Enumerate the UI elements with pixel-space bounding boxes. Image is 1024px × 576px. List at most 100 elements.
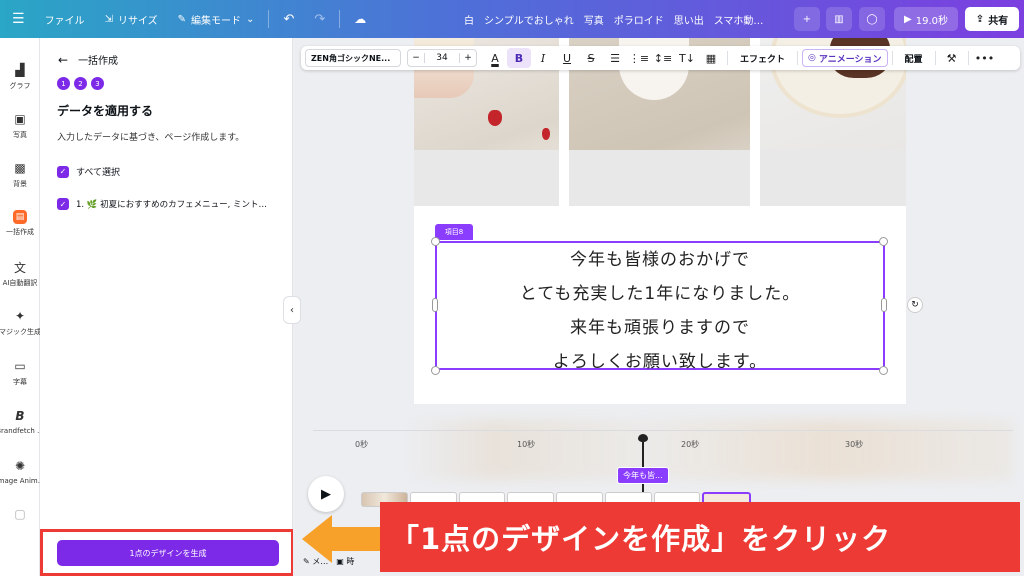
top-bar: ☰ ファイル ⇲ リサイズ ✎ 編集モード ⌄ ↶ ↷ ☁ 白 シンプルでおしゃ… [0, 0, 1024, 38]
sparkle-icon: ✺ [14, 459, 26, 473]
font-selector[interactable]: ZEN角ゴシックNE... [305, 49, 401, 67]
rail-item-ai-translate[interactable]: 文 AI自動翻訳 [0, 259, 40, 288]
rail-label: グラフ [9, 82, 31, 90]
strikethrough-button[interactable]: S [579, 48, 603, 68]
photo-bottom-strip [569, 150, 750, 206]
rail-item-photos[interactable]: ▣ 写真 [0, 111, 40, 140]
resize-handle[interactable] [432, 298, 438, 312]
rail-label: 写真 [13, 131, 27, 139]
spacing-button[interactable]: ↕≡ [651, 48, 675, 68]
chart-icon: ▟ [15, 63, 25, 77]
design-title[interactable]: 白 シンプルでおしゃれ 写真 ポラロイド 思い出 スマホ動… [464, 0, 786, 38]
left-rail: ▟ グラフ ▣ 写真 ▩ 背景 ▤ 一括作成 文 AI自動翻訳 ✦ マジック生成… [0, 38, 40, 576]
generate-label: 1点のデザインを生成 [129, 548, 207, 558]
underline-button[interactable]: U [555, 48, 579, 68]
divider [339, 10, 341, 28]
animate-button[interactable]: ◎ アニメーション [802, 49, 888, 67]
redo-icon: ↷ [314, 11, 326, 27]
resize-handle[interactable] [881, 298, 887, 312]
rail-item-background[interactable]: ▩ 背景 [0, 160, 40, 189]
file-menu[interactable]: ファイル [35, 0, 95, 38]
vertical-text-button[interactable]: T↓ [675, 48, 699, 68]
decrease-size-button[interactable]: − [408, 53, 424, 63]
play-icon: ▶ [321, 486, 331, 502]
more-icon: ••• [974, 51, 995, 65]
image-icon: ▣ [14, 112, 26, 126]
rotate-handle[interactable]: ↻ [907, 297, 923, 313]
resize-label: リサイズ [117, 15, 158, 27]
list-button[interactable]: ⋮≡ [627, 48, 651, 68]
rail-item-magic-media[interactable]: ✦ マジック生成 [0, 308, 40, 337]
select-all-label: すべて選択 [76, 168, 121, 178]
time-tick: 0秒 [355, 440, 369, 449]
transparency-button[interactable]: ▦ [699, 48, 723, 68]
rail-item-image-animate[interactable]: ✺ Image Anim... [0, 458, 40, 485]
more-button[interactable]: ••• [973, 48, 997, 68]
effects-button[interactable]: エフェクト [732, 52, 793, 65]
increase-size-button[interactable]: + [460, 53, 476, 63]
share-button[interactable]: ⇪ 共有 [965, 7, 1019, 31]
cloud-save-status[interactable]: ☁ [344, 0, 376, 38]
bold-button[interactable]: B [507, 48, 531, 68]
instruction-text: 「1点のデザインを作成」をクリック [390, 522, 892, 556]
animate-label: アニメーション [818, 54, 882, 65]
comment-icon: ◯ [866, 13, 878, 25]
resize-menu[interactable]: ⇲ リサイズ [95, 0, 168, 38]
generate-designs-button[interactable]: 1点のデザインを生成 [57, 540, 279, 566]
photo-bottom-strip [760, 150, 906, 206]
present-button[interactable]: ▶ 19.0秒 [894, 7, 958, 31]
text-track-label[interactable]: 今年も皆... [617, 467, 669, 484]
step-1: 1 [57, 77, 70, 90]
resize-handle[interactable] [879, 366, 888, 375]
menu-button[interactable]: ☰ [0, 0, 35, 38]
add-page-button[interactable]: + [794, 7, 820, 31]
rail-item-brandfetch[interactable]: B Brandfetch ... [0, 408, 40, 435]
timeline-play-button[interactable]: ▶ [308, 476, 344, 512]
select-all-checkbox[interactable]: ✓ すべて選択 [57, 165, 120, 178]
paint-roller-icon: ⚒ [946, 51, 957, 65]
font-size-value[interactable]: 34 [424, 53, 460, 63]
resize-handle[interactable] [431, 237, 440, 246]
undo-button[interactable]: ↶ [273, 0, 304, 38]
text-toolbar: ZEN角ゴシックNE... − 34 + A B I U S ☰ ⋮≡ ↕≡ T… [301, 46, 1020, 70]
data-row-checkbox[interactable]: ✓ 1. 🌿 初夏におすすめのカフェメニュー, ミント… [57, 198, 267, 210]
insights-button[interactable]: ▥ [826, 7, 852, 31]
resize-handle[interactable] [431, 366, 440, 375]
rail-item-bulk-create[interactable]: ▤ 一括作成 [0, 210, 40, 237]
rail-item-graph[interactable]: ▟ グラフ [0, 62, 40, 91]
italic-button[interactable]: I [531, 48, 555, 68]
brandfetch-icon: B [15, 409, 25, 423]
check-icon: ✓ [57, 165, 69, 178]
back-button[interactable]: ← 一括作成 [58, 52, 118, 68]
font-size-stepper[interactable]: − 34 + [407, 49, 477, 67]
chevron-left-icon: ‹ [290, 304, 294, 316]
rail-label: Image Anim... [0, 477, 40, 485]
position-button[interactable]: 配置 [897, 52, 931, 65]
body-text[interactable]: 今年も皆様のおかげで とても充実した1年になりました。 来年も頑張りますので よ… [437, 243, 883, 379]
rail-label: AI自動翻訳 [2, 279, 38, 287]
pointer-arrow-head [302, 515, 332, 563]
plus-icon: + [802, 13, 812, 25]
pointer-arrow-body [330, 527, 382, 551]
rail-label: Brandfetch ... [0, 427, 40, 435]
check-icon: ✓ [57, 198, 69, 210]
align-center-icon: ☰ [610, 51, 620, 65]
align-button[interactable]: ☰ [603, 48, 627, 68]
timer-button[interactable]: ▣ 時 [336, 556, 354, 567]
copy-style-button[interactable]: ⚒ [940, 48, 964, 68]
time-tick: 30秒 [845, 440, 864, 449]
step-3: 3 [91, 77, 104, 90]
resize-handle[interactable] [879, 237, 888, 246]
edit-mode-menu[interactable]: ✎ 編集モード ⌄ [168, 0, 265, 38]
comment-button[interactable]: ◯ [859, 7, 885, 31]
bulk-create-icon: ▤ [13, 210, 27, 224]
strawberry [488, 110, 502, 126]
redo-button[interactable]: ↷ [304, 0, 335, 38]
text-color-button[interactable]: A [483, 48, 507, 68]
rail-item-more[interactable]: ▢ [0, 506, 40, 522]
upload-icon: ⇪ [975, 13, 985, 25]
time-tick: 10秒 [517, 440, 536, 449]
collapse-panel-button[interactable]: ‹ [283, 296, 301, 324]
step-indicator: 1 2 3 [57, 77, 104, 90]
rail-item-captions[interactable]: ▭ 字幕 [0, 358, 40, 387]
